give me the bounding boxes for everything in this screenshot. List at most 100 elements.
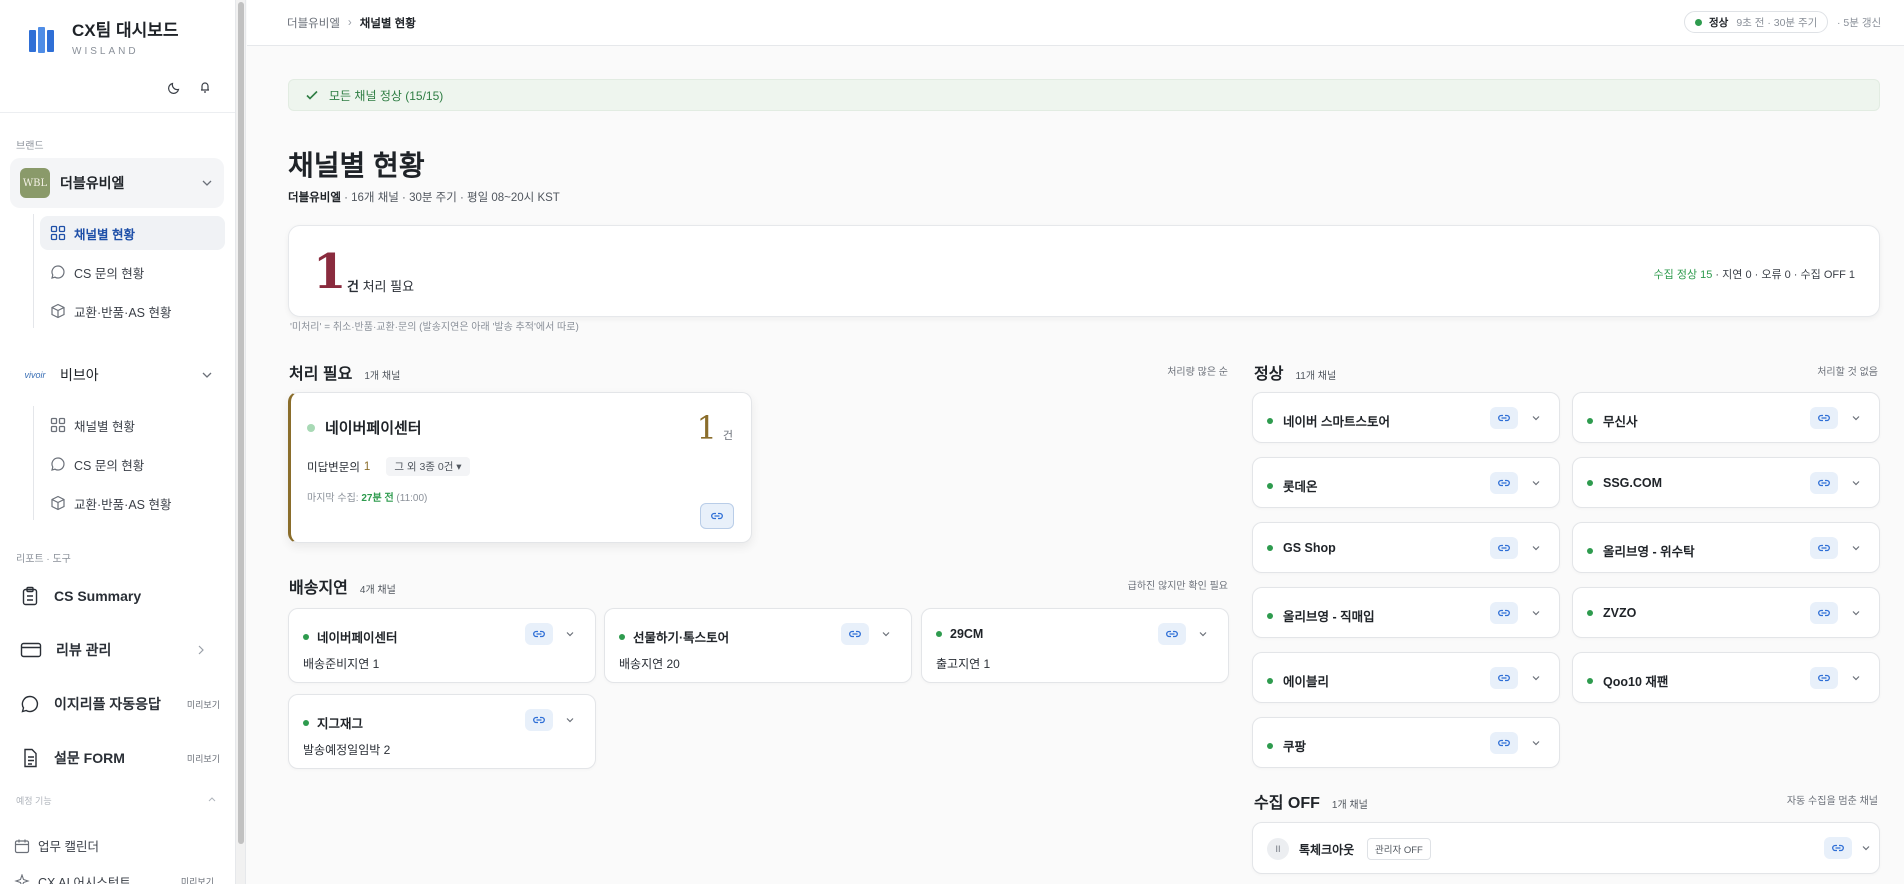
bell-icon[interactable] — [196, 78, 214, 96]
chevron-down-icon — [1852, 546, 1860, 551]
expand-chevron[interactable] — [1849, 671, 1863, 685]
tools-section-label: 리포트 · 도구 — [16, 554, 71, 565]
section-title: 처리 필요 — [289, 366, 353, 383]
nav-review-management[interactable]: 리뷰 관리 — [20, 632, 220, 668]
expand-chevron[interactable] — [1849, 541, 1863, 555]
open-link-button[interactable] — [1824, 837, 1852, 859]
section-count: 4개 채널 — [359, 585, 396, 596]
expand-chevron[interactable] — [563, 713, 577, 727]
open-link-button[interactable] — [525, 709, 553, 731]
normal-channel-card[interactable]: 에이블리 — [1252, 652, 1560, 703]
normal-channel-card[interactable]: 롯데온 — [1252, 457, 1560, 508]
brand-wbl[interactable]: WBL 더블유비엘 — [10, 158, 224, 208]
open-link-button[interactable] — [841, 623, 869, 645]
breadcrumb: 더블유비엘 › 채널별 현황 — [287, 15, 416, 31]
delay-channel-card[interactable]: 지그재그 발송예정일임박 2 — [288, 694, 596, 769]
nav-label: 채널별 현황 — [74, 227, 135, 242]
normal-hint: 처리할 것 없음 — [1817, 367, 1878, 378]
open-link-button[interactable] — [1810, 472, 1838, 494]
normal-channel-card[interactable]: ZVZO — [1572, 587, 1880, 638]
expand-chevron[interactable] — [1529, 541, 1543, 555]
normal-channel-card[interactable]: 올리브영 - 직매입 — [1252, 587, 1560, 638]
channel-card-talkcheckout[interactable]: II 톡체크아웃 관리자 OFF — [1252, 822, 1880, 874]
delay-channel-card[interactable]: 선물하기·톡스토어 배송지연 20 — [604, 608, 912, 683]
nav-vivoir-returns[interactable]: 교환·반품·AS 현황 — [40, 486, 225, 520]
grid-icon — [50, 225, 66, 241]
nav-wbl-returns[interactable]: 교환·반품·AS 현황 — [40, 294, 225, 328]
normal-channel-card[interactable]: 무신사 — [1572, 392, 1880, 443]
section-title: 정상 — [1254, 366, 1284, 383]
scrollbar-thumb[interactable] — [238, 2, 244, 844]
nav-wbl-channel-status[interactable]: 채널별 현황 — [40, 216, 225, 250]
channel-card-naverpay[interactable]: 네이버페이센터 1건 미답변문의 1 그 외 3종 0건 ▾ 마지막 수집: 2… — [288, 392, 752, 543]
nav-label: 업무 캘린더 — [38, 840, 99, 854]
expand-chevron[interactable] — [879, 627, 893, 641]
normal-channel-card[interactable]: Qoo10 재팬 — [1572, 652, 1880, 703]
normal-channel-card[interactable]: GS Shop — [1252, 522, 1560, 573]
status-dot — [1587, 677, 1593, 684]
sidebar-scrollbar[interactable] — [236, 0, 246, 884]
nav-survey-form[interactable]: 설문 FORM 미리보기 — [20, 740, 220, 776]
open-link-button[interactable] — [1490, 407, 1518, 429]
open-link-button[interactable] — [525, 623, 553, 645]
expand-chevron[interactable] — [1529, 411, 1543, 425]
open-link-button[interactable] — [1810, 537, 1838, 559]
chevron-down-icon — [1532, 741, 1540, 746]
nav-cs-summary[interactable]: CS Summary — [20, 578, 220, 614]
status-dot — [303, 719, 309, 726]
last-collected: 마지막 수집: 27분 전 (11:00) — [307, 489, 427, 504]
nav-vivoir-cs-inquiry[interactable]: CS 문의 현황 — [40, 447, 225, 481]
preview-badge: 미리보기 — [186, 699, 220, 710]
collection-status-pill[interactable]: 정상 9초 전 · 30분 주기 — [1684, 11, 1829, 33]
expand-chevron[interactable] — [1529, 476, 1543, 490]
open-link-button[interactable] — [1158, 623, 1186, 645]
open-link-button[interactable] — [1490, 667, 1518, 689]
link-icon — [1498, 739, 1510, 747]
dark-mode-icon[interactable] — [166, 78, 184, 96]
delay-hint: 급하진 않지만 확인 필요 — [1127, 581, 1228, 592]
open-link-button[interactable] — [1490, 602, 1518, 624]
app-subtitle: WISLAND — [72, 46, 139, 57]
open-link-button[interactable] — [700, 503, 734, 529]
normal-channel-card[interactable]: 네이버 스마트스토어 — [1252, 392, 1560, 443]
open-link-button[interactable] — [1810, 667, 1838, 689]
expand-chevron[interactable] — [1529, 606, 1543, 620]
expand-chevron[interactable] — [1849, 606, 1863, 620]
normal-channel-card[interactable]: 올리브영 - 위수탁 — [1572, 522, 1880, 573]
open-link-button[interactable] — [1810, 602, 1838, 624]
channel-name: 올리브영 - 직매입 — [1267, 606, 1375, 625]
off-header: 수집 OFF 1개 채널 — [1254, 789, 1368, 813]
normal-channel-card[interactable]: SSG.COM — [1572, 457, 1880, 508]
expand-chevron[interactable] — [1529, 736, 1543, 750]
preview-badge: 미리보기 — [180, 877, 214, 884]
status-dot — [1267, 612, 1273, 619]
breadcrumb-separator: › — [347, 17, 352, 29]
normal-channel-card[interactable]: 쿠팡 — [1252, 717, 1560, 768]
nav-cx-ai-assistant[interactable]: CX AI 어시스턴트 미리보기 — [14, 872, 214, 884]
app-logo[interactable]: CX팀 대시보드 WISLAND — [28, 22, 179, 57]
chevron-up-icon[interactable] — [208, 796, 216, 804]
link-icon — [849, 630, 861, 638]
open-link-button[interactable] — [1490, 472, 1518, 494]
expand-chevron[interactable] — [1196, 627, 1210, 641]
expand-chevron[interactable] — [1849, 411, 1863, 425]
pending-unit: 건 — [347, 279, 359, 294]
channel-name: SSG.COM — [1587, 476, 1662, 490]
nav-work-calendar[interactable]: 업무 캘린더 — [14, 836, 99, 855]
channel-name: 네이버 스마트스토어 — [1267, 411, 1390, 430]
nav-easyreply[interactable]: 이지리플 자동응답 미리보기 — [20, 686, 220, 722]
nav-wbl-cs-inquiry[interactable]: CS 문의 현황 — [40, 255, 225, 289]
expand-chevron[interactable] — [1859, 841, 1873, 855]
expand-chevron[interactable] — [563, 627, 577, 641]
open-link-button[interactable] — [1490, 732, 1518, 754]
expand-chevron[interactable] — [1849, 476, 1863, 490]
open-link-button[interactable] — [1810, 407, 1838, 429]
nav-vivoir-channel-status[interactable]: 채널별 현황 — [40, 408, 225, 442]
delay-channel-card[interactable]: 네이버페이센터 배송준비지연 1 — [288, 608, 596, 683]
more-types-toggle[interactable]: 그 외 3종 0건 ▾ — [386, 457, 470, 476]
breadcrumb-brand[interactable]: 더블유비엘 — [287, 15, 340, 31]
expand-chevron[interactable] — [1529, 671, 1543, 685]
open-link-button[interactable] — [1490, 537, 1518, 559]
delay-channel-card[interactable]: 29CM 출고지연 1 — [921, 608, 1229, 683]
brand-vivoir[interactable]: vivoir 비브아 — [10, 350, 224, 400]
